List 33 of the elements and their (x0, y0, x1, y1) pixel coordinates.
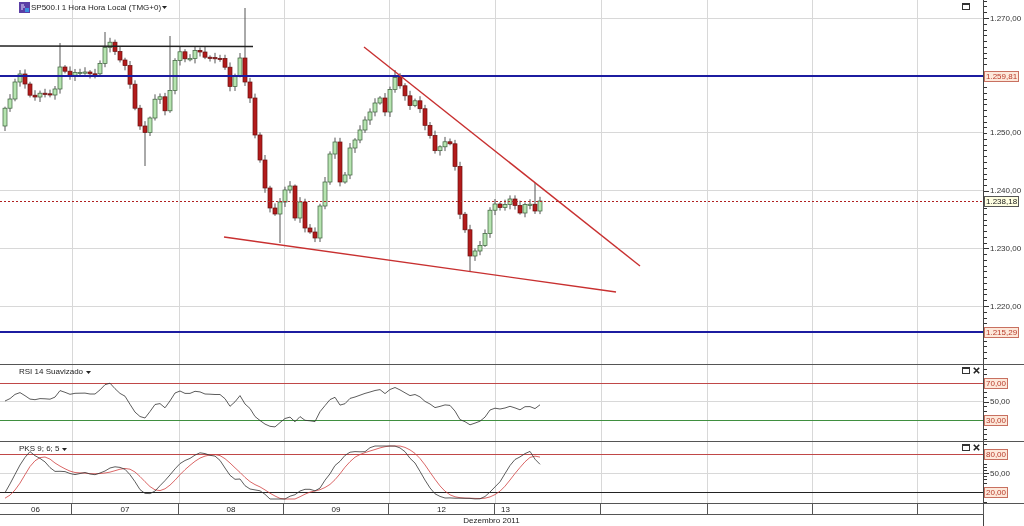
date-label: 09 (331, 504, 341, 514)
maximize-icon[interactable] (962, 444, 970, 451)
axis-label: 1.240,00 (990, 185, 1022, 195)
price-marker: 30,00 (984, 414, 1009, 426)
maximize-icon[interactable] (962, 3, 970, 10)
price-marker: 1.259,81 (984, 70, 1020, 82)
date-label: 07 (120, 504, 130, 514)
axis-label: 50,00 (990, 396, 1011, 406)
axis-label: 1.270,00 (990, 13, 1022, 23)
date-label: 12 (437, 504, 446, 514)
close-icon[interactable] (973, 444, 980, 451)
caret-icon (86, 370, 92, 374)
axis-label: 1.220,00 (990, 301, 1022, 311)
maximize-icon[interactable] (962, 367, 970, 374)
date-label: 13 (501, 504, 510, 514)
symbol-icon (19, 2, 30, 13)
date-label: 08 (226, 504, 236, 514)
panel-title-dropdown[interactable]: SP500.I 1 Hora Hora Local (TMG+0) (19, 2, 168, 13)
date-label: 06 (31, 504, 40, 514)
price-marker: 1.215,29 (984, 326, 1020, 338)
caret-icon (162, 6, 168, 9)
price-marker: 80,00 (984, 448, 1009, 460)
axis-label: 1.250,00 (990, 127, 1022, 137)
panel-title-dropdown[interactable]: RSI 14 Suavizado (19, 367, 92, 377)
axis-label: 1.230,00 (990, 243, 1022, 253)
close-icon[interactable] (973, 367, 980, 374)
caret-icon (62, 447, 68, 451)
price-marker: 70,00 (984, 377, 1009, 389)
panel-title-dropdown[interactable]: PKS 9; 6; 5 (19, 444, 68, 454)
axis-label: 50,00 (990, 468, 1011, 478)
price-marker: 1.238,18 (984, 195, 1020, 207)
month-label: Dezembro 2011 (463, 516, 520, 525)
price-marker: 20,00 (984, 486, 1009, 498)
